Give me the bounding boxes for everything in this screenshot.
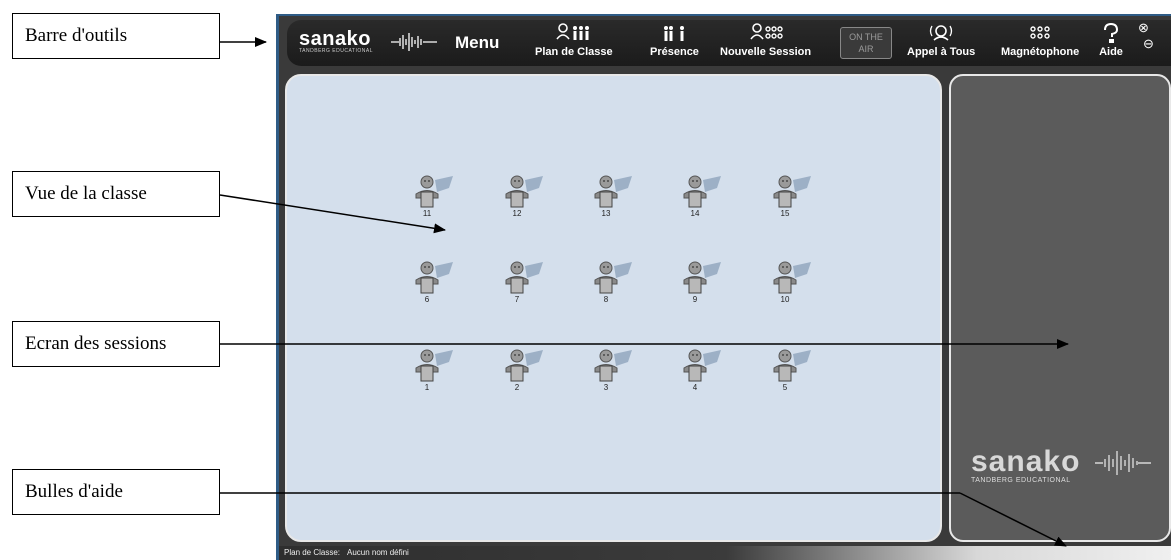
classroom-view: 11 12 13 14 15 6 7 8 9 10 1 2 3 4 5 xyxy=(285,74,942,542)
callout-toolbar-text: Barre d'outils xyxy=(25,25,128,46)
student-seat-8[interactable]: 8 xyxy=(594,260,634,306)
student-seat-3[interactable]: 3 xyxy=(594,348,634,394)
callout-help-bubbles: Bulles d'aide xyxy=(12,469,220,515)
seat-number: 11 xyxy=(422,209,432,218)
seat-number: 14 xyxy=(690,209,700,218)
status-bar: Plan de Classe: Aucun nom défini xyxy=(279,546,1171,560)
session-sanako-logo: sanako TANDBERG EDUCATIONAL xyxy=(971,445,1151,484)
minimize-icon[interactable]: ⊖ xyxy=(1143,36,1154,52)
new-session-button[interactable]: Nouvelle Session xyxy=(720,22,811,58)
attendance-label: Présence xyxy=(650,46,699,58)
student-seat-15[interactable]: 15 xyxy=(773,174,813,220)
session-logo-word: sanako xyxy=(971,445,1081,478)
student-seat-10[interactable]: 10 xyxy=(773,260,813,306)
application-window: sanako TANDBERG EDUCATIONAL Menu Plan de… xyxy=(276,14,1171,560)
student-seat-13[interactable]: 13 xyxy=(594,174,634,220)
help-icon xyxy=(1099,22,1123,46)
toolbar: sanako TANDBERG EDUCATIONAL Menu Plan de… xyxy=(287,20,1171,66)
logo-subtitle: TANDBERG EDUCATIONAL xyxy=(299,48,373,54)
help-button[interactable]: Aide xyxy=(1099,22,1123,58)
student-seat-11[interactable]: 11 xyxy=(415,174,455,220)
student-seat-9[interactable]: 9 xyxy=(683,260,723,306)
seating-plan-icon xyxy=(535,22,613,46)
attendance-button[interactable]: Présence xyxy=(650,22,699,58)
attendance-icon xyxy=(650,22,699,46)
student-seat-5[interactable]: 5 xyxy=(773,348,813,394)
call-all-icon xyxy=(907,22,975,46)
callout-toolbar: Barre d'outils xyxy=(12,13,220,59)
callout-class-view: Vue de la classe xyxy=(12,171,220,217)
status-value: Aucun nom défini xyxy=(347,548,409,557)
seat-number: 9 xyxy=(692,295,698,304)
seat-number: 2 xyxy=(514,383,520,392)
student-seat-6[interactable]: 6 xyxy=(415,260,455,306)
new-session-label: Nouvelle Session xyxy=(720,46,812,58)
student-seat-1[interactable]: 1 xyxy=(415,348,455,394)
seat-number: 7 xyxy=(514,295,520,304)
on-air-line1: ON THE xyxy=(849,32,883,42)
recorder-label: Magnétophone xyxy=(1001,46,1080,58)
seat-number: 4 xyxy=(692,383,698,392)
seat-number: 1 xyxy=(424,383,430,392)
callout-session-screen: Ecran des sessions xyxy=(12,321,220,367)
on-air-line2: AIR xyxy=(858,44,874,54)
student-seat-12[interactable]: 12 xyxy=(505,174,545,220)
menu-button[interactable]: Menu xyxy=(455,33,499,53)
seat-number: 8 xyxy=(603,295,609,304)
close-icon[interactable]: ⊗ xyxy=(1138,20,1149,36)
seat-number: 13 xyxy=(601,209,611,218)
callout-session-screen-text: Ecran des sessions xyxy=(25,333,167,354)
student-seat-4[interactable]: 4 xyxy=(683,348,723,394)
seating-plan-button[interactable]: Plan de Classe xyxy=(535,22,613,58)
seat-number: 5 xyxy=(782,383,788,392)
sanako-logo: sanako TANDBERG EDUCATIONAL xyxy=(299,28,437,54)
seat-number: 6 xyxy=(424,295,430,304)
student-seat-2[interactable]: 2 xyxy=(505,348,545,394)
seat-number: 3 xyxy=(603,383,609,392)
seat-number: 15 xyxy=(780,209,790,218)
waveform-icon xyxy=(1095,451,1151,475)
call-all-label: Appel à Tous xyxy=(907,46,976,58)
session-logo-subtitle: TANDBERG EDUCATIONAL xyxy=(971,477,1071,484)
callout-class-view-text: Vue de la classe xyxy=(25,183,147,204)
seating-plan-label: Plan de Classe xyxy=(535,46,613,58)
seat-number: 10 xyxy=(780,295,790,304)
new-session-icon xyxy=(720,22,811,46)
callout-help-bubbles-text: Bulles d'aide xyxy=(25,481,123,502)
seat-number: 12 xyxy=(512,209,522,218)
on-air-indicator[interactable]: ON THE AIR xyxy=(840,27,892,59)
recorder-icon xyxy=(1001,22,1079,46)
recorder-button[interactable]: Magnétophone xyxy=(1001,22,1079,58)
logo-word: sanako xyxy=(299,28,371,50)
help-label: Aide xyxy=(1099,46,1123,58)
status-label: Plan de Classe: xyxy=(284,548,341,557)
student-seat-14[interactable]: 14 xyxy=(683,174,723,220)
session-screen: sanako TANDBERG EDUCATIONAL xyxy=(949,74,1171,542)
student-seat-7[interactable]: 7 xyxy=(505,260,545,306)
waveform-icon xyxy=(391,33,437,51)
call-all-button[interactable]: Appel à Tous xyxy=(907,22,975,58)
